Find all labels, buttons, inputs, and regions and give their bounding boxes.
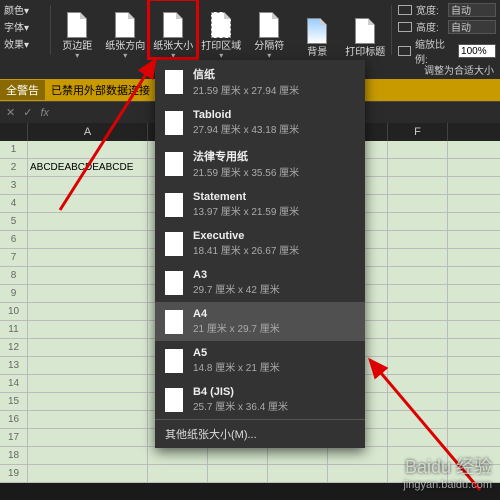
row-header[interactable]: 7	[0, 249, 28, 266]
paper-dim: 29.7 厘米 x 42 厘米	[193, 281, 280, 296]
print-titles-icon	[351, 16, 379, 46]
cell-a2[interactable]: ABCDEABCDEABCDE	[28, 159, 148, 176]
scale-group: 宽度: 高度: 缩放比例:	[394, 0, 500, 60]
paper-size-option[interactable]: 信纸 21.59 厘米 x 27.94 厘米	[155, 60, 365, 103]
row-header[interactable]: 1	[0, 141, 28, 158]
page-thumb-icon	[165, 152, 183, 176]
row-header[interactable]: 15	[0, 393, 28, 410]
orientation-button[interactable]: 纸张方向▾	[101, 0, 149, 60]
page-thumb-icon	[165, 310, 183, 334]
paper-name: Statement	[193, 191, 299, 203]
row-header[interactable]: 6	[0, 231, 28, 248]
page-thumb-icon	[165, 111, 183, 135]
paper-size-option[interactable]: 法律专用纸 21.59 厘米 x 35.56 厘米	[155, 142, 365, 185]
paper-name: A4	[193, 308, 280, 320]
row-header[interactable]: 4	[0, 195, 28, 212]
print-area-button[interactable]: 打印区域▾	[197, 0, 245, 60]
page-thumb-icon	[165, 193, 183, 217]
theme-font[interactable]: 字体▾	[4, 19, 44, 34]
paper-dim: 21 厘米 x 29.7 厘米	[193, 320, 280, 335]
paper-name: B4 (JIS)	[193, 386, 288, 398]
fx-icon[interactable]: fx	[40, 107, 49, 119]
ribbon: 颜色▾ 字体▾ 效果▾ 页边距▾ 纸张方向▾ 纸张大小▾ 打印区域▾ 分隔符▾ …	[0, 0, 500, 60]
watermark: Baidu 经验 jingyan.baidu.com	[403, 457, 492, 492]
select-all-corner[interactable]	[0, 123, 28, 141]
paper-dim: 21.59 厘米 x 27.94 厘米	[193, 82, 299, 97]
paper-size-option[interactable]: A4 21 厘米 x 29.7 厘米	[155, 302, 365, 341]
width-label: 宽度:	[416, 2, 444, 17]
paper-size-icon	[159, 10, 187, 40]
breaks-button[interactable]: 分隔符▾	[245, 0, 293, 60]
page-thumb-icon	[165, 271, 183, 295]
theme-color[interactable]: 颜色▾	[4, 2, 44, 17]
more-paper-sizes[interactable]: 其他纸张大小(M)...	[155, 419, 365, 448]
height-label: 高度:	[416, 19, 444, 34]
paper-name: Tabloid	[193, 109, 299, 121]
warning-text: 已禁用外部数据连接	[51, 82, 150, 98]
paper-dim: 21.59 厘米 x 35.56 厘米	[193, 164, 299, 179]
confirm-icon[interactable]: ✓	[23, 106, 32, 119]
row-header[interactable]: 3	[0, 177, 28, 194]
row-header[interactable]: 12	[0, 339, 28, 356]
paper-name: 法律专用纸	[193, 148, 299, 164]
page-thumb-icon	[165, 70, 183, 94]
row-header[interactable]: 19	[0, 465, 28, 482]
paper-size-option[interactable]: B4 (JIS) 25.7 厘米 x 36.4 厘米	[155, 380, 365, 419]
paper-name: 信纸	[193, 66, 299, 82]
paper-dim: 14.8 厘米 x 21 厘米	[193, 359, 280, 374]
row-header[interactable]: 18	[0, 447, 28, 464]
paper-name: A3	[193, 269, 280, 281]
paper-dim: 18.41 厘米 x 26.67 厘米	[193, 242, 299, 257]
col-f[interactable]: F	[388, 123, 448, 141]
paper-size-option[interactable]: A5 14.8 厘米 x 21 厘米	[155, 341, 365, 380]
row-header[interactable]: 14	[0, 375, 28, 392]
row-header[interactable]: 17	[0, 429, 28, 446]
print-area-icon	[207, 10, 235, 40]
margins-icon	[63, 10, 91, 40]
scale-input[interactable]	[458, 44, 496, 58]
width-icon	[398, 5, 412, 15]
paper-name: Executive	[193, 230, 299, 242]
paper-dim: 27.94 厘米 x 43.18 厘米	[193, 121, 299, 136]
page-thumb-icon	[165, 349, 183, 373]
margins-button[interactable]: 页边距▾	[53, 0, 101, 60]
row-header[interactable]: 9	[0, 285, 28, 302]
paper-size-option[interactable]: A3 29.7 厘米 x 42 厘米	[155, 263, 365, 302]
breaks-icon	[255, 10, 283, 40]
row-header[interactable]: 11	[0, 321, 28, 338]
row-header[interactable]: 2	[0, 159, 28, 176]
theme-effect[interactable]: 效果▾	[4, 36, 44, 51]
page-thumb-icon	[165, 232, 183, 256]
paper-size-option[interactable]: Tabloid 27.94 厘米 x 43.18 厘米	[155, 103, 365, 142]
orientation-icon	[111, 10, 139, 40]
paper-dim: 25.7 厘米 x 36.4 厘米	[193, 398, 288, 413]
col-a[interactable]: A	[28, 123, 148, 141]
height-input[interactable]	[448, 20, 496, 34]
separator	[50, 5, 51, 55]
row-header[interactable]: 10	[0, 303, 28, 320]
scale-icon	[398, 46, 411, 56]
page-thumb-icon	[165, 388, 183, 412]
paper-dim: 13.97 厘米 x 21.59 厘米	[193, 203, 299, 218]
width-input[interactable]	[448, 3, 496, 17]
row-header[interactable]: 16	[0, 411, 28, 428]
background-button[interactable]: 背景	[293, 0, 341, 60]
paper-size-dropdown: 信纸 21.59 厘米 x 27.94 厘米 Tabloid 27.94 厘米 …	[155, 60, 365, 448]
background-icon	[303, 16, 331, 46]
cancel-icon[interactable]: ✕	[6, 106, 15, 119]
warning-tag: 全警告	[0, 80, 45, 100]
row-header[interactable]: 8	[0, 267, 28, 284]
row-header[interactable]: 5	[0, 213, 28, 230]
print-titles-button[interactable]: 打印标题	[341, 0, 389, 60]
paper-name: A5	[193, 347, 280, 359]
row-header[interactable]: 13	[0, 357, 28, 374]
paper-size-option[interactable]: Executive 18.41 厘米 x 26.67 厘米	[155, 224, 365, 263]
paper-size-button[interactable]: 纸张大小▾	[149, 0, 197, 60]
page-setup-group: 页边距▾ 纸张方向▾ 纸张大小▾ 打印区域▾ 分隔符▾ 背景 打印标题	[53, 0, 389, 60]
height-icon	[398, 22, 412, 32]
paper-size-option[interactable]: Statement 13.97 厘米 x 21.59 厘米	[155, 185, 365, 224]
separator	[391, 5, 392, 55]
ribbon-theme-group: 颜色▾ 字体▾ 效果▾	[0, 0, 48, 60]
